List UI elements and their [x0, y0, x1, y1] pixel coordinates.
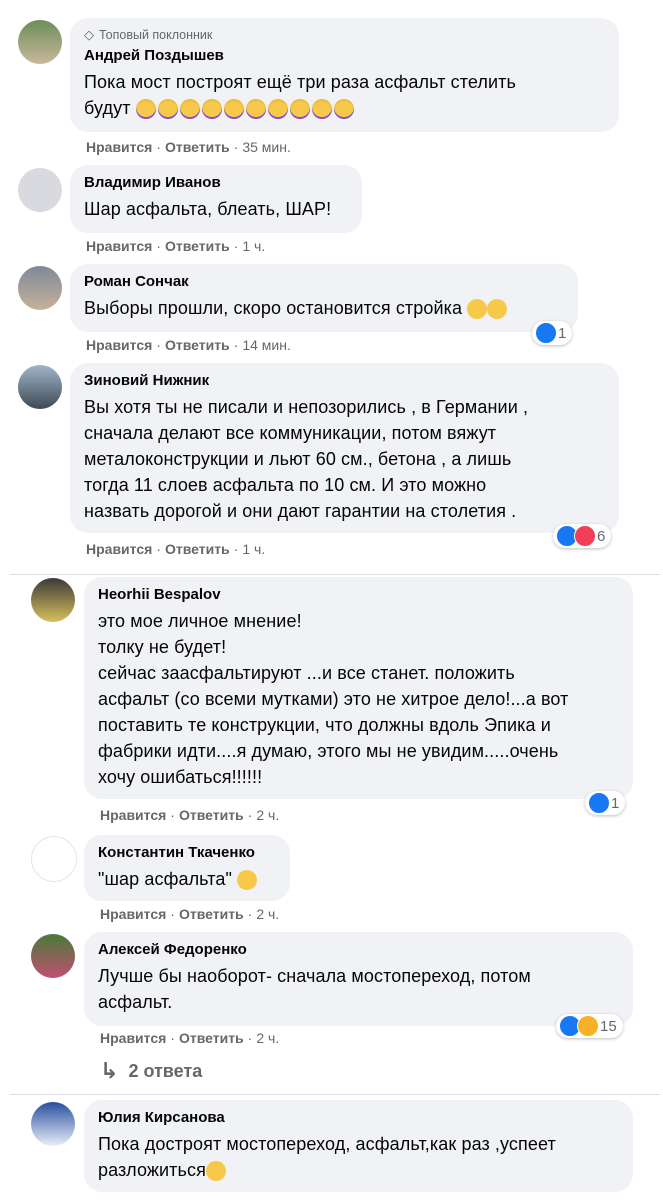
avatar[interactable]: [18, 168, 62, 212]
like-button[interactable]: Нравится: [86, 337, 152, 353]
avatar[interactable]: [31, 578, 75, 622]
comment-text: Лучше бы наоборот- сначала мостопереход,…: [98, 966, 531, 1012]
timestamp[interactable]: 2 ч.: [256, 807, 279, 823]
avatar[interactable]: [18, 365, 62, 409]
reaction-summary[interactable]: 1: [585, 791, 626, 815]
like-button[interactable]: Нравится: [100, 906, 166, 922]
like-button[interactable]: Нравится: [100, 807, 166, 823]
author-name[interactable]: Алексей Федоренко: [98, 940, 619, 960]
like-reaction-icon: [588, 792, 610, 814]
love-reaction-icon: [574, 525, 596, 547]
diamond-icon: ◇: [84, 27, 94, 42]
comment-text: Шар асфальта, блеать, ШАР!: [84, 199, 332, 219]
like-button[interactable]: Нравится: [100, 1030, 166, 1046]
author-name[interactable]: Андрей Поздышев: [84, 46, 605, 66]
avatar[interactable]: [31, 934, 75, 978]
reply-button[interactable]: Ответить: [165, 337, 230, 353]
timestamp[interactable]: 14 мин.: [242, 337, 291, 353]
comment-bubble: Роман Сончак Выборы прошли, скоро остано…: [70, 264, 578, 332]
comment-text: Пока достроят мостопереход, асфальт,как …: [98, 1134, 556, 1180]
comment-text: Вы хотя ты не писали и непозорились , в …: [84, 397, 529, 521]
timestamp[interactable]: 2 ч.: [256, 906, 279, 922]
comment-bubble: Алексей Федоренко Лучше бы наоборот- сна…: [84, 932, 633, 1026]
tears-of-joy-icon: [237, 870, 258, 891]
reaction-summary[interactable]: 1: [532, 321, 573, 345]
avatar[interactable]: [18, 266, 62, 310]
thinking-icon: [487, 299, 508, 320]
comment-bubble: ◇ Топовый поклонник Андрей Поздышев Пока…: [70, 18, 619, 132]
comment-bubble: Heorhii Bespalov это мое личное мнение! …: [84, 577, 633, 799]
timestamp[interactable]: 2 ч.: [256, 1030, 279, 1046]
author-name[interactable]: Роман Сончак: [84, 272, 564, 292]
avatar[interactable]: [18, 20, 62, 64]
comment-text: это мое личное мнение! толку не будет! с…: [98, 611, 569, 787]
comment-bubble: Владимир Иванов Шар асфальта, блеать, ША…: [70, 165, 362, 233]
like-button[interactable]: Нравится: [86, 238, 152, 254]
comment-bubble: Зиновий Нижник Вы хотя ты не писали и не…: [70, 363, 619, 533]
reply-arrow-icon: ↳: [100, 1058, 119, 1083]
comment-bubble: Юлия Кирсанова Пока достроят мостоперехо…: [84, 1100, 633, 1192]
reply-button[interactable]: Ответить: [165, 238, 230, 254]
author-name[interactable]: Владимир Иванов: [84, 173, 348, 193]
like-button[interactable]: Нравится: [86, 541, 152, 557]
divider: [10, 1094, 660, 1095]
comment-text: Выборы прошли, скоро остановится стройка: [84, 298, 463, 318]
like-button[interactable]: Нравится: [86, 139, 152, 155]
reply-button[interactable]: Ответить: [179, 1030, 244, 1046]
avatar[interactable]: [31, 836, 77, 882]
author-name[interactable]: Зиновий Нижник: [84, 371, 605, 391]
haha-reaction-icon: [577, 1015, 599, 1037]
like-reaction-icon: [535, 322, 557, 344]
timestamp[interactable]: 1 ч.: [242, 541, 265, 557]
author-name[interactable]: Юлия Кирсанова: [98, 1108, 619, 1128]
reply-button[interactable]: Ответить: [179, 906, 244, 922]
reaction-summary[interactable]: 15: [556, 1014, 623, 1038]
frowning-icon: [205, 1161, 226, 1182]
star-struck-icon: [135, 99, 354, 120]
timestamp[interactable]: 1 ч.: [242, 238, 265, 254]
top-fan-badge: ◇ Топовый поклонник: [84, 27, 213, 42]
reaction-summary[interactable]: 6: [553, 524, 612, 548]
author-name[interactable]: Heorhii Bespalov: [98, 585, 619, 605]
divider: [10, 574, 660, 575]
reply-button[interactable]: Ответить: [165, 139, 230, 155]
view-replies-link[interactable]: ↳ 2 ответа: [100, 1058, 202, 1084]
comment-text: "шар асфальта": [98, 869, 233, 889]
timestamp[interactable]: 35 мин.: [242, 139, 291, 155]
pensive-icon: [467, 299, 488, 320]
reply-button[interactable]: Ответить: [179, 807, 244, 823]
comment-bubble: Константин Ткаченко "шар асфальта": [84, 835, 290, 901]
author-name[interactable]: Константин Ткаченко: [98, 843, 276, 863]
avatar[interactable]: [31, 1102, 75, 1146]
reply-button[interactable]: Ответить: [165, 541, 230, 557]
